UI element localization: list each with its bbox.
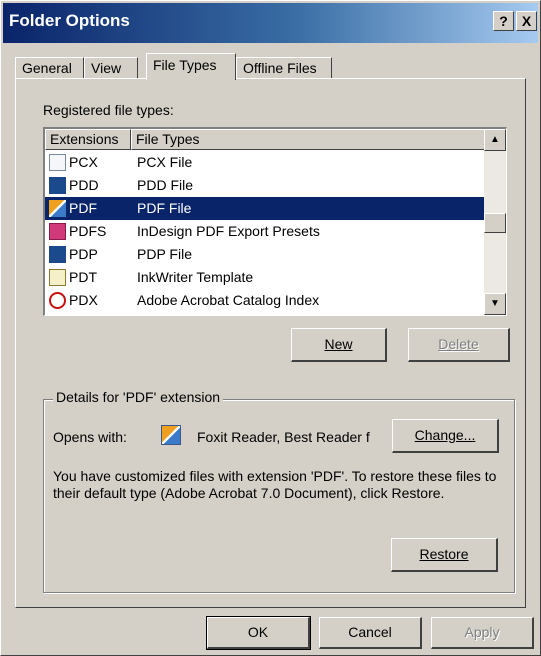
extension-cell: PDD (69, 177, 99, 193)
acrobat-search-icon (49, 292, 66, 309)
list-item-selected[interactable]: PDF PDF File (45, 197, 485, 220)
foxit-pdf-icon (49, 200, 66, 217)
photoshop-file-icon (49, 177, 66, 194)
list-item[interactable]: PDT InkWriter Template (45, 266, 485, 289)
help-button[interactable]: ? (493, 11, 514, 31)
registered-file-types-label: Registered file types: (43, 102, 174, 118)
apply-button[interactable]: Apply (431, 617, 534, 649)
vertical-scrollbar[interactable]: ▲ ▼ (484, 129, 506, 315)
details-title: Details for 'PDF' extension (53, 389, 224, 405)
ok-button[interactable]: OK (206, 616, 311, 650)
opens-with-label: Opens with: (53, 429, 127, 445)
extension-cell: PDFS (69, 223, 107, 239)
tab-offline-files[interactable]: Offline Files (236, 57, 332, 79)
foxit-reader-icon (161, 425, 181, 445)
file-type-cell: InDesign PDF Export Presets (137, 223, 320, 239)
file-type-cell: PCX File (137, 154, 193, 170)
extension-cell: PDT (69, 269, 97, 285)
list-item[interactable]: PDD PDD File (45, 174, 485, 197)
file-type-cell: InkWriter Template (137, 269, 254, 285)
column-header-extensions[interactable]: Extensions (45, 129, 131, 150)
extension-cell: PDP (69, 246, 98, 262)
restore-button-label: Restore (419, 546, 469, 562)
photoshop-file-icon (49, 246, 66, 263)
new-button-label: New (324, 336, 353, 352)
list-item[interactable]: PDX Adobe Acrobat Catalog Index (45, 289, 485, 312)
file-type-cell: PDD File (137, 177, 194, 193)
pcx-file-icon (49, 154, 66, 171)
restore-button[interactable]: Restore (391, 538, 498, 572)
tab-file-types[interactable]: File Types (146, 53, 236, 80)
file-type-cell: PDP File (137, 246, 192, 262)
cancel-button[interactable]: Cancel (319, 617, 422, 649)
close-button[interactable]: X (516, 11, 537, 31)
opens-with-app: Foxit Reader, Best Reader f (197, 429, 370, 445)
change-button[interactable]: Change... (392, 419, 499, 453)
window-title: Folder Options (9, 11, 130, 30)
title-bar[interactable]: Folder Options ? X (3, 3, 538, 43)
new-button[interactable]: New (291, 328, 387, 362)
indesign-preset-icon (49, 223, 66, 240)
column-header-file-types[interactable]: File Types (131, 129, 485, 150)
file-type-cell: Adobe Acrobat Catalog Index (137, 292, 320, 308)
change-button-label: Change... (414, 427, 476, 443)
file-types-list[interactable]: Extensions File Types PCX PCX File PDD P… (43, 127, 507, 316)
scroll-thumb[interactable] (484, 213, 506, 233)
folder-options-dialog: Folder Options ? X General View File Typ… (0, 0, 541, 656)
list-item[interactable]: PDFS InDesign PDF Export Presets (45, 220, 485, 243)
details-description: You have customized files with extension… (53, 468, 497, 501)
scroll-down-arrow-icon[interactable]: ▼ (484, 293, 506, 315)
extension-cell: PDX (69, 292, 98, 308)
tab-general[interactable]: General (15, 57, 84, 79)
delete-button[interactable]: Delete (408, 328, 510, 362)
list-item[interactable]: PDP PDP File (45, 243, 485, 266)
file-type-cell: PDF File (137, 200, 192, 216)
delete-button-label: Delete (438, 336, 479, 352)
extension-cell: PDF (69, 200, 97, 216)
list-item[interactable]: PCX PCX File (45, 151, 485, 174)
extension-cell: PCX (69, 154, 98, 170)
tab-view[interactable]: View (84, 57, 138, 79)
scroll-up-arrow-icon[interactable]: ▲ (484, 129, 506, 151)
template-file-icon (49, 269, 66, 286)
